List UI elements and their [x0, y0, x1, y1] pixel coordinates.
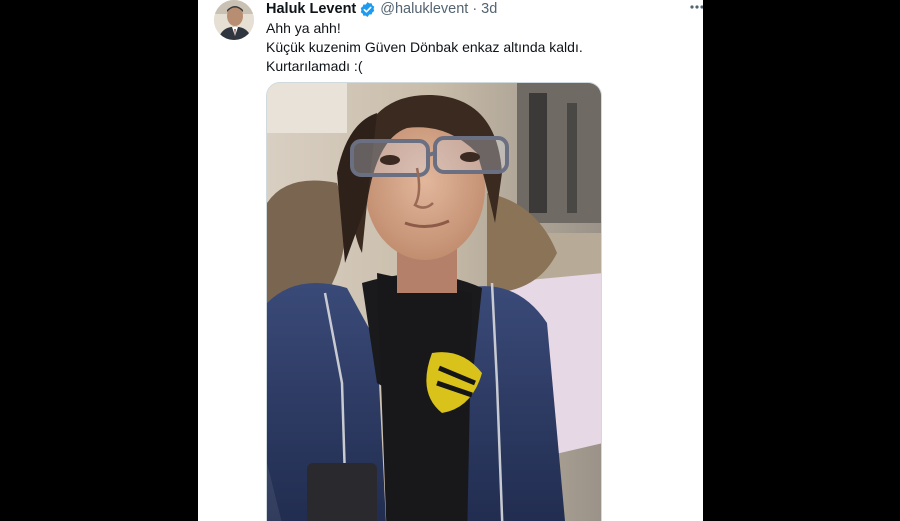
more-options-icon[interactable] [688, 0, 703, 14]
author-handle[interactable]: @haluklevent [380, 0, 468, 18]
tweet-header: Haluk Levent @haluklevent · 3d [266, 0, 497, 18]
header-separator: · [472, 1, 478, 17]
screenshot-stage: Haluk Levent @haluklevent · 3d Ahh ya ah… [0, 0, 900, 521]
tweet-text-line: Ahh ya ahh! [266, 20, 341, 36]
photo-illustration [267, 83, 601, 521]
author-display-name[interactable]: Haluk Levent [266, 0, 356, 18]
tweet-card[interactable]: Haluk Levent @haluklevent · 3d Ahh ya ah… [198, 0, 703, 521]
tweet-text-line: Küçük kuzenim Güven Dönbak enkaz altında… [266, 39, 583, 55]
tweet-text-line: Kurtarılamadı :( [266, 58, 363, 74]
tweet-text: Ahh ya ahh! Küçük kuzenim Güven Dönbak e… [266, 19, 686, 76]
tweet-timestamp[interactable]: 3d [481, 0, 497, 18]
verified-badge-icon [359, 1, 376, 18]
author-avatar[interactable] [214, 0, 254, 40]
tweet-photo[interactable] [266, 82, 602, 521]
